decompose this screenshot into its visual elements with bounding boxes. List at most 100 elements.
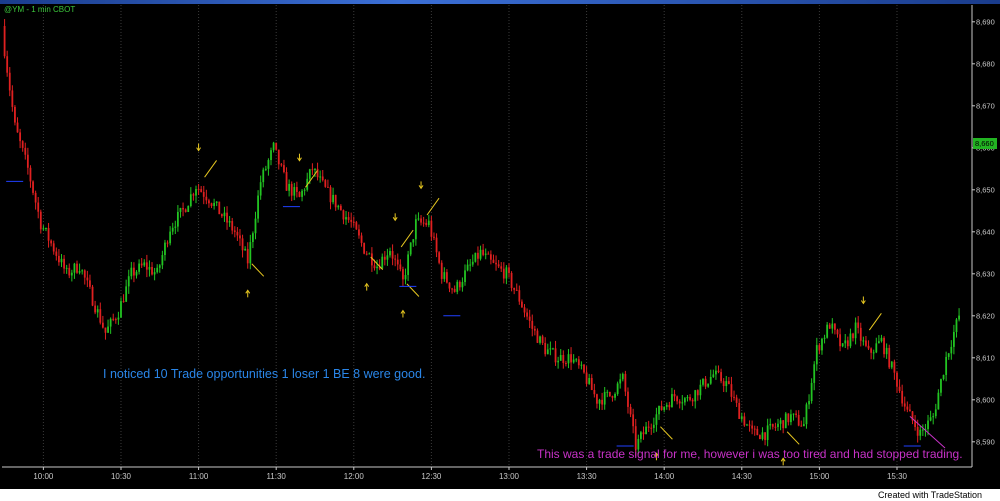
candle-body bbox=[174, 226, 177, 228]
candle-body bbox=[435, 237, 438, 253]
candle-body bbox=[890, 361, 893, 368]
candle-body bbox=[239, 235, 241, 239]
candle-body bbox=[358, 229, 360, 236]
candle-body bbox=[37, 202, 40, 212]
candle-body bbox=[231, 221, 234, 231]
candle-body bbox=[593, 390, 596, 395]
candle-body bbox=[438, 252, 441, 263]
candle-body bbox=[319, 176, 322, 178]
candle-body bbox=[549, 348, 552, 350]
candle-body bbox=[301, 190, 303, 197]
candle-body bbox=[169, 231, 172, 244]
y-tick-label: 8,620 bbox=[976, 311, 995, 320]
candle-body bbox=[800, 425, 803, 427]
candle-body bbox=[580, 364, 583, 366]
candle-body bbox=[712, 374, 715, 377]
candle-body bbox=[350, 219, 353, 222]
candle-body bbox=[888, 347, 891, 368]
candle-body bbox=[704, 378, 707, 387]
candle-body bbox=[727, 381, 730, 385]
x-tick-label: 13:30 bbox=[577, 472, 598, 481]
candle-body bbox=[133, 267, 135, 276]
buy-signal-trendline bbox=[251, 263, 265, 277]
candle-body bbox=[60, 258, 63, 263]
candle-body bbox=[877, 341, 880, 344]
candle-body bbox=[797, 414, 800, 426]
candle-layer bbox=[3, 19, 960, 457]
candle-body bbox=[725, 381, 728, 387]
candle-body bbox=[784, 413, 787, 429]
candle-body bbox=[841, 343, 844, 347]
candle-body bbox=[880, 337, 883, 342]
candle-body bbox=[223, 212, 226, 217]
x-tick-label: 10:00 bbox=[33, 472, 54, 481]
candle-body bbox=[135, 271, 138, 276]
candle-body bbox=[81, 270, 84, 272]
candle-body bbox=[844, 340, 847, 344]
y-tick-label: 8,640 bbox=[976, 227, 995, 236]
y-tick-label: 8,680 bbox=[976, 59, 995, 68]
candle-body bbox=[264, 168, 267, 170]
candle-body bbox=[425, 222, 428, 225]
candle-body bbox=[771, 424, 774, 427]
candle-body bbox=[937, 392, 940, 410]
candle-body bbox=[611, 396, 614, 398]
candle-body bbox=[383, 256, 386, 260]
candle-body bbox=[453, 288, 456, 292]
candle-body bbox=[321, 176, 324, 181]
candle-body bbox=[614, 393, 616, 398]
candle-body bbox=[120, 301, 122, 318]
candle-body bbox=[766, 425, 769, 441]
candle-body bbox=[839, 334, 841, 347]
y-tick-label: 8,690 bbox=[976, 17, 995, 26]
candle-body bbox=[6, 56, 9, 73]
candle-body bbox=[834, 323, 836, 330]
candle-body bbox=[78, 271, 81, 273]
candle-body bbox=[89, 280, 91, 287]
candle-body bbox=[218, 201, 221, 215]
candle-body bbox=[249, 242, 252, 264]
buy-signal-trendline bbox=[786, 431, 800, 445]
candle-body bbox=[893, 361, 896, 373]
trade-opportunities-note: I noticed 10 Trade opportunities 1 loser… bbox=[103, 367, 426, 381]
candle-body bbox=[109, 318, 112, 327]
candle-body bbox=[368, 253, 371, 255]
sell-signal-trendline bbox=[868, 312, 882, 331]
price-chart: 8,590 8,600 8,610 8,620 8,630 8,640 8,650 8,660… bbox=[2, 5, 995, 481]
candle-body bbox=[942, 374, 945, 380]
candle-body bbox=[603, 392, 606, 405]
candle-body bbox=[487, 253, 490, 255]
candle-body bbox=[735, 397, 738, 403]
candle-body bbox=[668, 404, 671, 408]
candle-body bbox=[715, 370, 717, 375]
last-price-badge: 8,660 bbox=[973, 138, 997, 149]
candle-body bbox=[391, 251, 394, 259]
candle-body bbox=[658, 405, 660, 415]
candle-body bbox=[567, 354, 570, 364]
candle-body bbox=[407, 254, 410, 275]
candle-body bbox=[564, 362, 567, 364]
candle-body bbox=[376, 266, 378, 269]
candle-body bbox=[153, 272, 156, 275]
candle-body bbox=[554, 348, 557, 363]
footer-credit: Created with TradeStation bbox=[877, 490, 982, 500]
candle-body bbox=[792, 413, 795, 415]
candle-body bbox=[63, 258, 65, 269]
candle-body bbox=[83, 270, 86, 278]
candle-body bbox=[404, 274, 407, 280]
candle-body bbox=[86, 277, 89, 281]
candle-body bbox=[606, 391, 609, 393]
candle-body bbox=[252, 233, 254, 243]
candle-body bbox=[883, 337, 885, 355]
candle-body bbox=[19, 132, 22, 142]
candle-body bbox=[440, 262, 443, 279]
candle-body bbox=[205, 196, 208, 201]
candle-body bbox=[272, 142, 275, 151]
candle-body bbox=[663, 406, 666, 411]
candle-body bbox=[417, 218, 420, 220]
candle-body bbox=[226, 212, 228, 223]
candle-body bbox=[166, 242, 169, 244]
candle-body bbox=[409, 242, 412, 255]
candle-body bbox=[790, 414, 792, 423]
candle-body bbox=[345, 217, 347, 220]
